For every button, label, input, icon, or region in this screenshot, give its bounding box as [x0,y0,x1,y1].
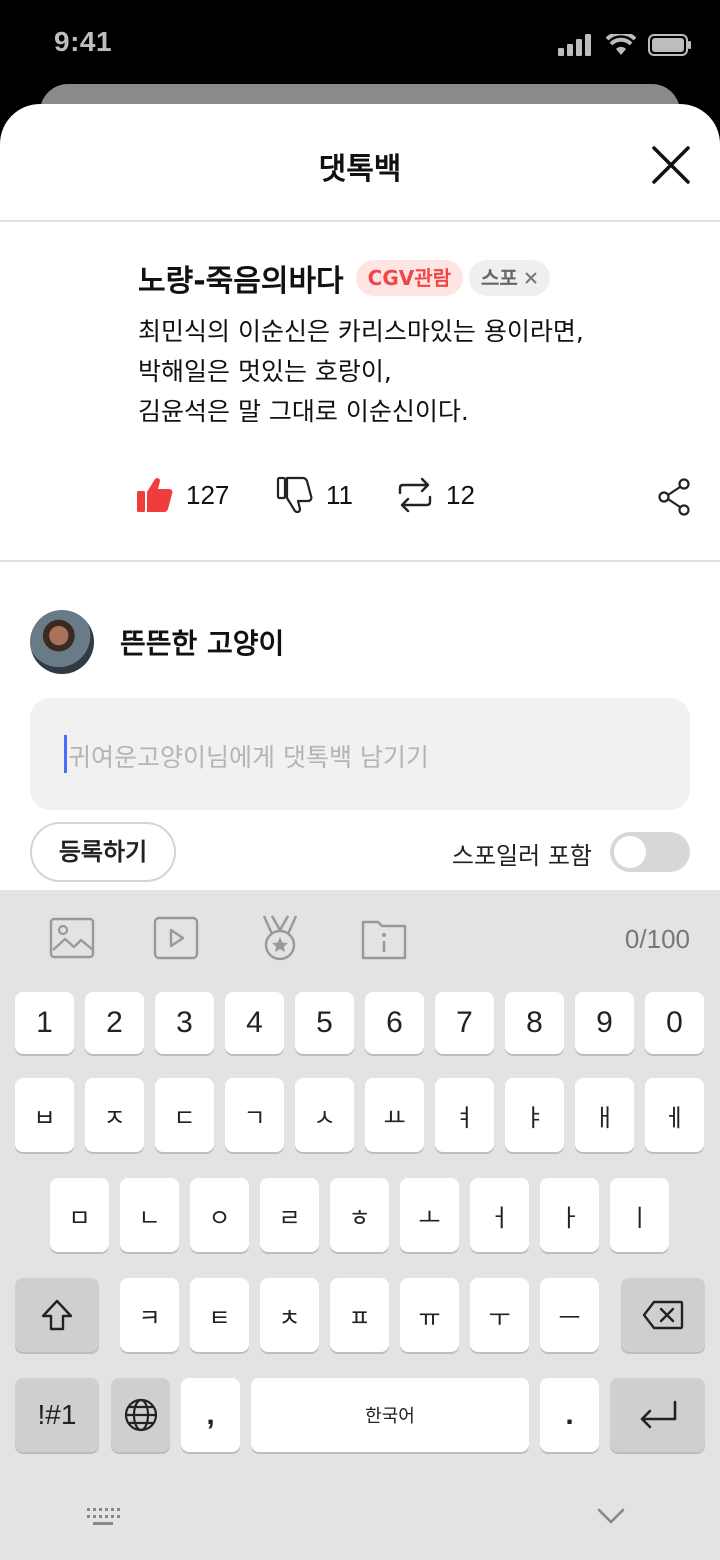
key-jamo[interactable]: ㅈ [85,1078,144,1152]
comma-key[interactable]: , [181,1378,240,1452]
period-key[interactable]: . [540,1378,599,1452]
writer-row: 뜬뜬한 고양이 [30,610,284,674]
status-bar: 9:41 [0,0,720,90]
repost-button[interactable]: 12 [396,476,475,514]
globe-icon [124,1398,157,1432]
spoiler-badge[interactable]: 스포 [469,260,550,296]
sheet-title: 댓톡백 [318,152,402,187]
register-button[interactable]: 등록하기 [30,822,176,882]
key-3[interactable]: 3 [155,992,214,1054]
cgv-badge: CGV관람 [355,260,464,296]
key-jamo[interactable]: ㄹ [260,1178,319,1252]
review-line: 박해일은 멋있는 호랑이, [138,357,392,386]
spoiler-badge-label: 스포 [481,266,518,290]
repost-icon [398,477,432,513]
key-jamo[interactable]: ㅍ [330,1278,389,1352]
share-icon[interactable] [658,478,692,516]
signal-icon [558,34,591,56]
status-icons [558,30,692,60]
space-key[interactable]: 한국어 [251,1378,529,1452]
writer-name: 뜬뜬한 고양이 [120,627,285,660]
key-4[interactable]: 4 [225,992,284,1054]
key-jamo[interactable]: ㅑ [505,1078,564,1152]
key-jamo[interactable]: ㅓ [470,1178,529,1252]
medal-icon[interactable] [256,914,304,962]
key-2[interactable]: 2 [85,992,144,1054]
key-jamo[interactable]: ㅔ [645,1078,704,1152]
review-line: 최민식의 이순신은 카리스마있는 용이라면, [138,317,584,346]
spoiler-label: 스포일러 포함 [451,842,592,870]
symbols-key[interactable]: !#1 [15,1378,99,1452]
key-jamo[interactable]: ㅗ [400,1178,459,1252]
key-jamo[interactable]: ㅇ [190,1178,249,1252]
char-count: 0/100 [624,924,690,954]
key-jamo[interactable]: ㅏ [540,1178,599,1252]
info-icon[interactable] [360,914,408,962]
wifi-icon [606,34,636,55]
avatar [30,610,94,674]
shift-icon [41,1299,73,1331]
status-time: 9:41 [54,26,113,57]
key-jamo[interactable]: ㅠ [400,1278,459,1352]
return-icon [640,1400,676,1429]
key-jamo[interactable]: ㄴ [120,1178,179,1252]
backspace-icon [642,1300,684,1330]
like-button[interactable]: 127 [136,476,229,514]
language-key[interactable] [111,1378,170,1452]
comment-input[interactable]: 귀여운고양이님에게 댓톡백 남기기 [30,698,690,810]
chevron-down-icon[interactable] [596,1506,626,1526]
key-jamo[interactable]: ㅣ [610,1178,669,1252]
review-header: 노량-죽음의바다 CGV관람 스포 [138,256,550,300]
key-jamo[interactable]: ㅁ [50,1178,109,1252]
keyboard: 0/100 1 2 3 4 5 6 7 8 9 0 ㅂ ㅈ ㄷ ㄱ ㅅ ㅛ ㅕ … [0,890,720,1560]
backspace-key[interactable] [621,1278,705,1352]
divider [0,560,720,562]
text-caret [64,735,67,773]
review-actions: 127 11 12 [136,476,692,518]
key-7[interactable]: 7 [435,992,494,1054]
review-body: 최민식의 이순신은 카리스마있는 용이라면, 박해일은 멋있는 호랑이, 김윤석… [138,312,584,432]
thumbs-up-icon [137,477,173,512]
keyboard-icon[interactable] [86,1506,120,1528]
key-jamo[interactable]: ㄷ [155,1078,214,1152]
movie-title[interactable]: 노량-죽음의바다 [138,256,344,300]
key-jamo[interactable]: ㄱ [225,1078,284,1152]
review-line: 김윤석은 말 그대로 이순신이다. [138,397,469,426]
key-jamo[interactable]: ㅛ [365,1078,424,1152]
key-0[interactable]: 0 [645,992,704,1054]
key-5[interactable]: 5 [295,992,354,1054]
shift-key[interactable] [15,1278,99,1352]
key-jamo[interactable]: ㅌ [190,1278,249,1352]
key-jamo[interactable]: ㅕ [435,1078,494,1152]
key-8[interactable]: 8 [505,992,564,1054]
key-jamo[interactable]: ㅜ [470,1278,529,1352]
thumbs-down-icon [276,476,313,514]
key-jamo[interactable]: ㅡ [540,1278,599,1352]
sheet-header: 댓톡백 [0,104,720,222]
comment-placeholder: 귀여운고양이님에게 댓톡백 남기기 [68,743,429,772]
dislike-button[interactable]: 11 [276,476,353,514]
key-jamo[interactable]: ㅊ [260,1278,319,1352]
dislike-count: 11 [326,479,353,510]
key-jamo[interactable]: ㅋ [120,1278,179,1352]
key-6[interactable]: 6 [365,992,424,1054]
spoiler-toggle[interactable] [610,832,690,872]
key-jamo[interactable]: ㅐ [575,1078,634,1152]
battery-icon [648,34,691,56]
key-9[interactable]: 9 [575,992,634,1054]
like-count: 127 [186,479,230,510]
return-key[interactable] [610,1378,705,1452]
close-icon[interactable] [650,144,692,186]
key-1[interactable]: 1 [15,992,74,1054]
key-jamo[interactable]: ㅅ [295,1078,354,1152]
toggle-knob [614,836,646,868]
image-icon[interactable] [48,914,96,962]
remove-icon[interactable] [524,271,538,285]
repost-count: 12 [446,479,475,510]
key-jamo[interactable]: ㅂ [15,1078,74,1152]
video-icon[interactable] [152,914,200,962]
key-jamo[interactable]: ㅎ [330,1178,389,1252]
